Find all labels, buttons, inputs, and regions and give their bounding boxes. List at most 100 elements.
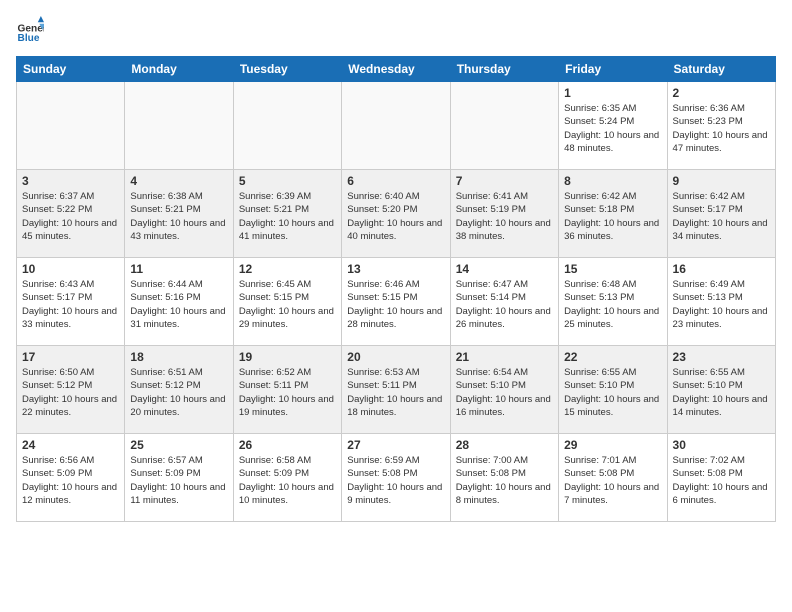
day-info: Sunrise: 7:01 AMSunset: 5:08 PMDaylight:…	[564, 454, 661, 507]
day-info: Sunrise: 6:41 AMSunset: 5:19 PMDaylight:…	[456, 190, 553, 243]
day-number: 21	[456, 350, 553, 364]
day-number: 18	[130, 350, 227, 364]
day-info: Sunrise: 6:56 AMSunset: 5:09 PMDaylight:…	[22, 454, 119, 507]
day-info: Sunrise: 6:39 AMSunset: 5:21 PMDaylight:…	[239, 190, 336, 243]
calendar-cell: 1 Sunrise: 6:35 AMSunset: 5:24 PMDaylight…	[559, 82, 667, 170]
calendar-cell: 17 Sunrise: 6:50 AMSunset: 5:12 PMDayligh…	[17, 346, 125, 434]
day-info: Sunrise: 6:48 AMSunset: 5:13 PMDaylight:…	[564, 278, 661, 331]
calendar-cell: 22 Sunrise: 6:55 AMSunset: 5:10 PMDayligh…	[559, 346, 667, 434]
svg-text:Blue: Blue	[18, 33, 40, 44]
calendar-cell: 3 Sunrise: 6:37 AMSunset: 5:22 PMDaylight…	[17, 170, 125, 258]
calendar-week-row: 24 Sunrise: 6:56 AMSunset: 5:09 PMDayligh…	[17, 434, 776, 522]
calendar-cell	[233, 82, 341, 170]
day-info: Sunrise: 6:35 AMSunset: 5:24 PMDaylight:…	[564, 102, 661, 155]
day-info: Sunrise: 6:55 AMSunset: 5:10 PMDaylight:…	[564, 366, 661, 419]
calendar-cell	[342, 82, 450, 170]
calendar-cell: 19 Sunrise: 6:52 AMSunset: 5:11 PMDayligh…	[233, 346, 341, 434]
calendar-cell: 5 Sunrise: 6:39 AMSunset: 5:21 PMDaylight…	[233, 170, 341, 258]
calendar-cell: 7 Sunrise: 6:41 AMSunset: 5:19 PMDaylight…	[450, 170, 558, 258]
day-info: Sunrise: 6:47 AMSunset: 5:14 PMDaylight:…	[456, 278, 553, 331]
calendar-week-row: 10 Sunrise: 6:43 AMSunset: 5:17 PMDayligh…	[17, 258, 776, 346]
weekday-header: Monday	[125, 57, 233, 82]
day-info: Sunrise: 6:37 AMSunset: 5:22 PMDaylight:…	[22, 190, 119, 243]
calendar-cell: 26 Sunrise: 6:58 AMSunset: 5:09 PMDayligh…	[233, 434, 341, 522]
day-info: Sunrise: 6:45 AMSunset: 5:15 PMDaylight:…	[239, 278, 336, 331]
day-number: 14	[456, 262, 553, 276]
day-number: 6	[347, 174, 444, 188]
calendar-cell: 29 Sunrise: 7:01 AMSunset: 5:08 PMDayligh…	[559, 434, 667, 522]
weekday-header: Sunday	[17, 57, 125, 82]
calendar-cell: 10 Sunrise: 6:43 AMSunset: 5:17 PMDayligh…	[17, 258, 125, 346]
calendar-cell: 2 Sunrise: 6:36 AMSunset: 5:23 PMDaylight…	[667, 82, 775, 170]
day-number: 8	[564, 174, 661, 188]
day-info: Sunrise: 6:54 AMSunset: 5:10 PMDaylight:…	[456, 366, 553, 419]
day-info: Sunrise: 6:53 AMSunset: 5:11 PMDaylight:…	[347, 366, 444, 419]
calendar-cell	[125, 82, 233, 170]
day-number: 22	[564, 350, 661, 364]
weekday-header-row: SundayMondayTuesdayWednesdayThursdayFrid…	[17, 57, 776, 82]
day-info: Sunrise: 6:43 AMSunset: 5:17 PMDaylight:…	[22, 278, 119, 331]
day-info: Sunrise: 6:59 AMSunset: 5:08 PMDaylight:…	[347, 454, 444, 507]
day-info: Sunrise: 6:40 AMSunset: 5:20 PMDaylight:…	[347, 190, 444, 243]
calendar-cell: 25 Sunrise: 6:57 AMSunset: 5:09 PMDayligh…	[125, 434, 233, 522]
calendar-cell: 30Sunrise: 7:02 AMSunset: 5:08 PMDayligh…	[667, 434, 775, 522]
calendar-cell: 23Sunrise: 6:55 AMSunset: 5:10 PMDayligh…	[667, 346, 775, 434]
weekday-header: Friday	[559, 57, 667, 82]
day-number: 17	[22, 350, 119, 364]
calendar-cell: 9 Sunrise: 6:42 AMSunset: 5:17 PMDaylight…	[667, 170, 775, 258]
calendar-cell: 8 Sunrise: 6:42 AMSunset: 5:18 PMDaylight…	[559, 170, 667, 258]
weekday-header: Saturday	[667, 57, 775, 82]
calendar-cell: 24 Sunrise: 6:56 AMSunset: 5:09 PMDayligh…	[17, 434, 125, 522]
day-number: 10	[22, 262, 119, 276]
logo: General Blue	[16, 16, 50, 44]
calendar-cell: 11 Sunrise: 6:44 AMSunset: 5:16 PMDayligh…	[125, 258, 233, 346]
weekday-header: Wednesday	[342, 57, 450, 82]
day-info: Sunrise: 6:42 AMSunset: 5:17 PMDaylight:…	[673, 190, 770, 243]
day-info: Sunrise: 6:57 AMSunset: 5:09 PMDaylight:…	[130, 454, 227, 507]
calendar-cell: 27 Sunrise: 6:59 AMSunset: 5:08 PMDayligh…	[342, 434, 450, 522]
calendar-cell: 18Sunrise: 6:51 AMSunset: 5:12 PMDayligh…	[125, 346, 233, 434]
day-number: 25	[130, 438, 227, 452]
day-number: 15	[564, 262, 661, 276]
day-number: 19	[239, 350, 336, 364]
calendar-cell: 20Sunrise: 6:53 AMSunset: 5:11 PMDayligh…	[342, 346, 450, 434]
page-header: General Blue	[16, 16, 776, 44]
day-number: 24	[22, 438, 119, 452]
day-number: 11	[130, 262, 227, 276]
day-info: Sunrise: 6:42 AMSunset: 5:18 PMDaylight:…	[564, 190, 661, 243]
day-info: Sunrise: 6:52 AMSunset: 5:11 PMDaylight:…	[239, 366, 336, 419]
day-number: 12	[239, 262, 336, 276]
day-info: Sunrise: 6:44 AMSunset: 5:16 PMDaylight:…	[130, 278, 227, 331]
calendar-cell	[450, 82, 558, 170]
day-number: 2	[673, 86, 770, 100]
day-info: Sunrise: 6:50 AMSunset: 5:12 PMDaylight:…	[22, 366, 119, 419]
day-number: 16	[673, 262, 770, 276]
day-number: 27	[347, 438, 444, 452]
logo-icon: General Blue	[16, 16, 44, 44]
calendar-cell: 13Sunrise: 6:46 AMSunset: 5:15 PMDayligh…	[342, 258, 450, 346]
calendar-cell: 4 Sunrise: 6:38 AMSunset: 5:21 PMDaylight…	[125, 170, 233, 258]
day-number: 13	[347, 262, 444, 276]
calendar-cell: 16 Sunrise: 6:49 AMSunset: 5:13 PMDayligh…	[667, 258, 775, 346]
weekday-header: Tuesday	[233, 57, 341, 82]
calendar-cell: 21 Sunrise: 6:54 AMSunset: 5:10 PMDayligh…	[450, 346, 558, 434]
day-info: Sunrise: 6:38 AMSunset: 5:21 PMDaylight:…	[130, 190, 227, 243]
day-info: Sunrise: 6:49 AMSunset: 5:13 PMDaylight:…	[673, 278, 770, 331]
calendar-week-row: 3 Sunrise: 6:37 AMSunset: 5:22 PMDaylight…	[17, 170, 776, 258]
calendar-cell	[17, 82, 125, 170]
day-number: 5	[239, 174, 336, 188]
weekday-header: Thursday	[450, 57, 558, 82]
day-number: 26	[239, 438, 336, 452]
day-number: 1	[564, 86, 661, 100]
day-number: 4	[130, 174, 227, 188]
day-info: Sunrise: 6:58 AMSunset: 5:09 PMDaylight:…	[239, 454, 336, 507]
calendar-week-row: 1 Sunrise: 6:35 AMSunset: 5:24 PMDaylight…	[17, 82, 776, 170]
day-info: Sunrise: 6:36 AMSunset: 5:23 PMDaylight:…	[673, 102, 770, 155]
day-number: 29	[564, 438, 661, 452]
day-number: 23	[673, 350, 770, 364]
day-number: 7	[456, 174, 553, 188]
day-number: 3	[22, 174, 119, 188]
day-number: 9	[673, 174, 770, 188]
calendar-cell: 28Sunrise: 7:00 AMSunset: 5:08 PMDayligh…	[450, 434, 558, 522]
calendar-table: SundayMondayTuesdayWednesdayThursdayFrid…	[16, 56, 776, 522]
